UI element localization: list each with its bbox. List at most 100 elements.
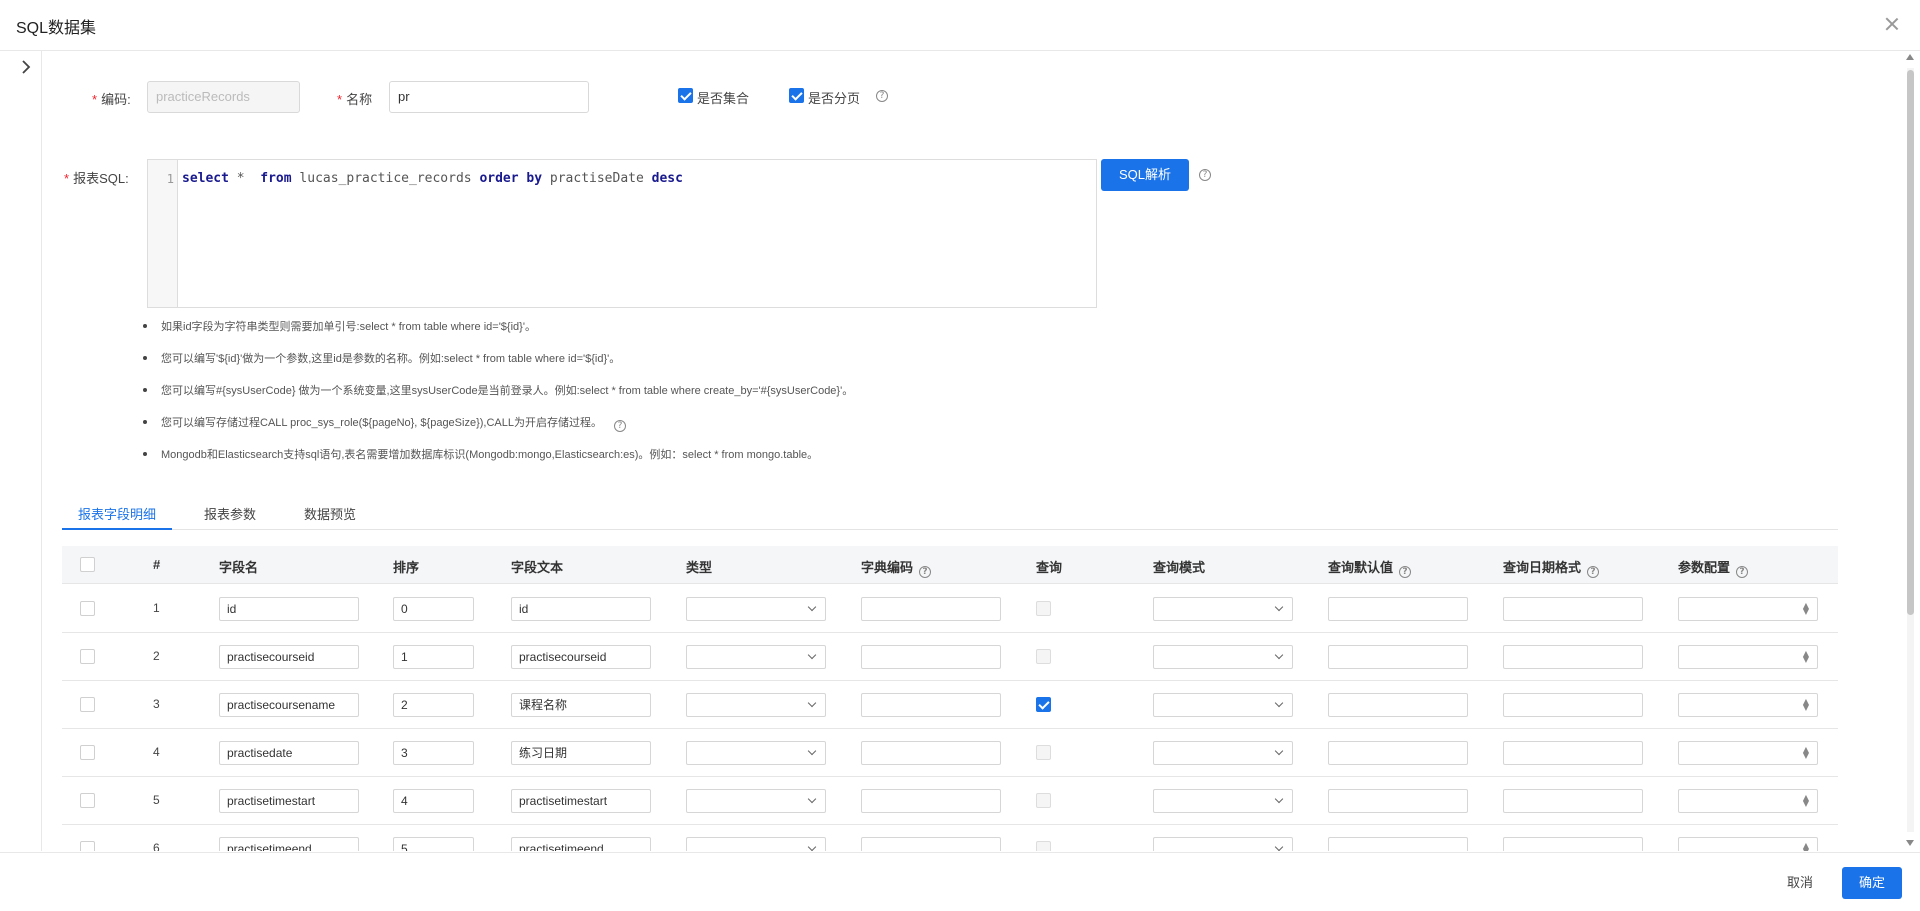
order-input[interactable]: 0 xyxy=(393,597,474,621)
field-name-input[interactable]: practisetimeend xyxy=(219,837,359,851)
field-name-input[interactable]: practisedate xyxy=(219,741,359,765)
query-default-input[interactable] xyxy=(1328,645,1468,669)
query-mode-select[interactable] xyxy=(1153,597,1293,621)
query-default-input[interactable] xyxy=(1328,789,1468,813)
dict-code-input[interactable] xyxy=(861,837,1001,851)
query-checkbox[interactable] xyxy=(1036,697,1051,712)
type-select[interactable] xyxy=(686,789,826,813)
scroll-thumb[interactable] xyxy=(1907,70,1914,615)
field-name-input[interactable]: id xyxy=(219,597,359,621)
field-text-input[interactable]: 练习日期 xyxy=(511,741,651,765)
field-text-input[interactable]: practisetimestart xyxy=(511,789,651,813)
order-input[interactable]: 1 xyxy=(393,645,474,669)
sql-parse-button[interactable]: SQL解析 xyxy=(1101,159,1189,191)
query-checkbox[interactable] xyxy=(1036,841,1051,851)
row-checkbox[interactable] xyxy=(80,697,95,712)
query-default-input[interactable] xyxy=(1328,837,1468,851)
sql-code[interactable]: select * from lucas_practice_records ord… xyxy=(182,171,683,186)
cancel-button[interactable]: 取消 xyxy=(1774,867,1826,899)
select-all-checkbox[interactable] xyxy=(80,557,95,572)
dict-code-input[interactable] xyxy=(861,789,1001,813)
param-config-input[interactable]: ▲▼ xyxy=(1678,693,1818,717)
query-default-input[interactable] xyxy=(1328,693,1468,717)
query-date-format-input[interactable] xyxy=(1503,597,1643,621)
query-date-format-input[interactable] xyxy=(1503,693,1643,717)
query-date-format-input[interactable] xyxy=(1503,645,1643,669)
chevron-down-icon xyxy=(1274,794,1284,804)
query-checkbox[interactable] xyxy=(1036,745,1051,760)
spinner-icon[interactable]: ▲▼ xyxy=(1801,794,1811,808)
query-mode-select[interactable] xyxy=(1153,741,1293,765)
type-select[interactable] xyxy=(686,837,826,851)
sql-editor[interactable]: 1 select * from lucas_practice_records o… xyxy=(147,159,1097,308)
order-input[interactable]: 3 xyxy=(393,741,474,765)
param-config-input[interactable]: ▲▼ xyxy=(1678,597,1818,621)
spinner-icon[interactable]: ▲▼ xyxy=(1801,698,1811,712)
row-checkbox[interactable] xyxy=(80,745,95,760)
order-input[interactable]: 4 xyxy=(393,789,474,813)
query-checkbox[interactable] xyxy=(1036,793,1051,808)
param-config-input[interactable]: ▲▼ xyxy=(1678,645,1818,669)
help-icon[interactable]: ? xyxy=(1399,566,1412,578)
dict-code-input[interactable] xyxy=(861,645,1001,669)
tab-data-preview[interactable]: 数据预览 xyxy=(304,504,356,523)
field-text-input[interactable]: practisetimeend xyxy=(511,837,651,851)
help-icon[interactable]: ? xyxy=(1199,169,1211,181)
query-checkbox[interactable] xyxy=(1036,601,1051,616)
field-name-input[interactable]: practisecourseid xyxy=(219,645,359,669)
code-input[interactable]: practiceRecords xyxy=(147,81,300,113)
is-collection-checkbox[interactable] xyxy=(678,88,693,103)
query-mode-select[interactable] xyxy=(1153,645,1293,669)
row-checkbox[interactable] xyxy=(80,841,95,851)
field-name-input[interactable]: practisetimestart xyxy=(219,789,359,813)
vertical-scrollbar[interactable] xyxy=(1904,54,1916,846)
field-text-input[interactable]: id xyxy=(511,597,651,621)
help-icon[interactable]: ? xyxy=(613,420,626,432)
spinner-icon[interactable]: ▲▼ xyxy=(1801,746,1811,760)
spinner-icon[interactable]: ▲▼ xyxy=(1801,842,1811,852)
help-icon[interactable]: ? xyxy=(919,566,932,578)
row-checkbox[interactable] xyxy=(80,601,95,616)
dict-code-input[interactable] xyxy=(861,597,1001,621)
help-icon[interactable]: ? xyxy=(1587,566,1600,578)
param-config-input[interactable]: ▲▼ xyxy=(1678,837,1818,851)
param-config-input[interactable]: ▲▼ xyxy=(1678,741,1818,765)
row-checkbox[interactable] xyxy=(80,649,95,664)
type-select[interactable] xyxy=(686,597,826,621)
help-icon[interactable]: ? xyxy=(1736,566,1749,578)
dict-code-input[interactable] xyxy=(861,741,1001,765)
spinner-icon[interactable]: ▲▼ xyxy=(1801,602,1811,616)
query-mode-select[interactable] xyxy=(1153,837,1293,851)
close-icon[interactable] xyxy=(1882,14,1902,34)
type-select[interactable] xyxy=(686,693,826,717)
query-date-format-input[interactable] xyxy=(1503,741,1643,765)
query-date-format-input[interactable] xyxy=(1503,789,1643,813)
query-date-format-input[interactable] xyxy=(1503,837,1643,851)
field-name-input[interactable]: practisecoursename xyxy=(219,693,359,717)
chevron-right-icon[interactable] xyxy=(18,58,34,76)
query-mode-select[interactable] xyxy=(1153,789,1293,813)
scroll-down-icon[interactable] xyxy=(1906,840,1914,846)
spinner-icon[interactable]: ▲▼ xyxy=(1801,650,1811,664)
field-text-input[interactable]: 课程名称 xyxy=(511,693,651,717)
query-checkbox[interactable] xyxy=(1036,649,1051,664)
param-config-input[interactable]: ▲▼ xyxy=(1678,789,1818,813)
query-default-input[interactable] xyxy=(1328,741,1468,765)
chevron-down-icon xyxy=(807,650,817,660)
tab-report-params[interactable]: 报表参数 xyxy=(204,504,256,523)
query-mode-select[interactable] xyxy=(1153,693,1293,717)
type-select[interactable] xyxy=(686,645,826,669)
name-input[interactable]: pr xyxy=(389,81,589,113)
ok-button[interactable]: 确定 xyxy=(1842,867,1902,899)
scroll-up-icon[interactable] xyxy=(1906,54,1914,60)
order-input[interactable]: 5 xyxy=(393,837,474,851)
is-paged-checkbox[interactable] xyxy=(789,88,804,103)
dict-code-input[interactable] xyxy=(861,693,1001,717)
row-checkbox[interactable] xyxy=(80,793,95,808)
query-default-input[interactable] xyxy=(1328,597,1468,621)
help-icon[interactable]: ? xyxy=(876,90,888,102)
field-text-input[interactable]: practisecourseid xyxy=(511,645,651,669)
order-input[interactable]: 2 xyxy=(393,693,474,717)
type-select[interactable] xyxy=(686,741,826,765)
tab-field-details[interactable]: 报表字段明细 xyxy=(78,504,156,523)
